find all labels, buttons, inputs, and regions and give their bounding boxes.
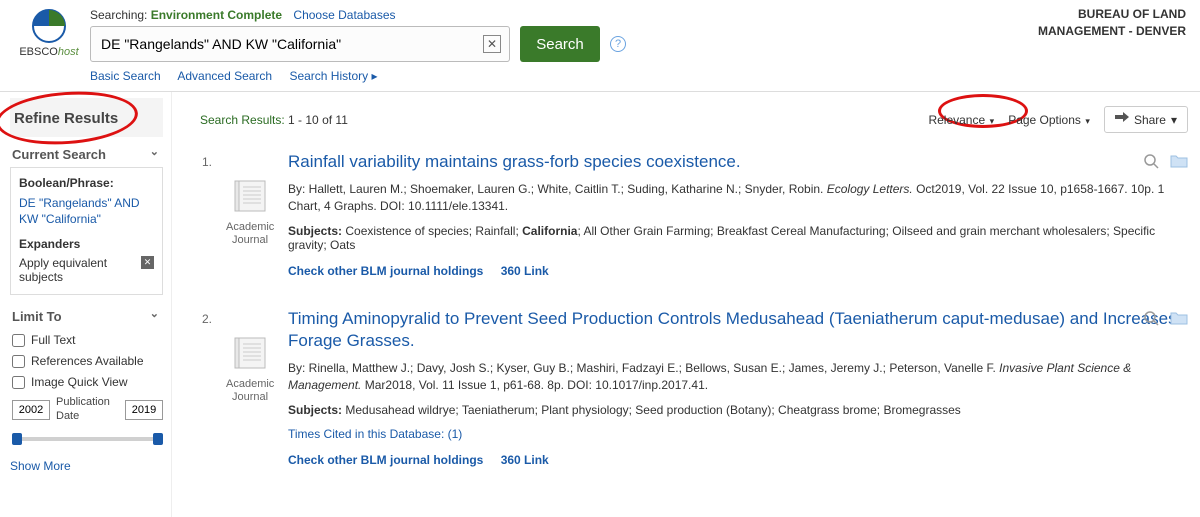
show-more-link[interactable]: Show More: [10, 459, 163, 473]
date-to-input[interactable]: [125, 400, 163, 420]
result-subjects: Subjects: Medusahead wildrye; Taeniather…: [288, 403, 1188, 417]
clear-search-icon[interactable]: ✕: [483, 35, 501, 53]
result-number: 1.: [200, 151, 212, 278]
limit-to-heading[interactable]: Limit To ⌄: [10, 301, 163, 329]
results-count: Search Results: 1 - 10 of 11: [200, 113, 348, 127]
share-icon: [1115, 112, 1129, 127]
limit-image-quick-view[interactable]: Image Quick View: [12, 375, 163, 389]
expander-value: Apply equivalent subjects: [19, 256, 141, 284]
result-item: 1. Academic Journal Rainfall variability…: [200, 151, 1188, 278]
folder-icon[interactable]: [1170, 153, 1188, 169]
expanders-label: Expanders: [19, 237, 154, 251]
current-search-box: Boolean/Phrase: DE "Rangelands" AND KW "…: [10, 167, 163, 295]
help-icon[interactable]: ?: [610, 36, 626, 52]
header-bar: EBSCOhost Searching: Environment Complet…: [0, 0, 1200, 92]
share-button[interactable]: Share ▾: [1104, 106, 1188, 133]
caret-down-icon: ▾: [1171, 113, 1177, 127]
result-citation: By: Hallett, Lauren M.; Shoemaker, Laure…: [288, 181, 1188, 216]
preview-icon[interactable]: [1142, 153, 1160, 169]
refine-results-heading: Refine Results: [10, 98, 163, 137]
source-type-icon: Academic Journal: [226, 177, 274, 278]
boolean-phrase-label: Boolean/Phrase:: [19, 176, 154, 190]
result-subjects: Subjects: Coexistence of species; Rainfa…: [288, 224, 1188, 252]
remove-expander-icon[interactable]: ✕: [141, 256, 154, 269]
academic-journal-icon: [231, 177, 269, 215]
caret-down-icon: ▾: [987, 116, 994, 126]
360-link[interactable]: 360 Link: [501, 453, 549, 467]
basic-search-link[interactable]: Basic Search: [90, 69, 161, 83]
logo-text: EBSCOhost: [10, 46, 88, 58]
choose-databases-link[interactable]: Choose Databases: [293, 8, 395, 22]
ebsco-globe-icon: [31, 8, 67, 44]
date-slider[interactable]: [12, 433, 163, 445]
results-panel: Search Results: 1 - 10 of 11 Relevance ▾…: [172, 92, 1200, 517]
result-citation: By: Rinella, Matthew J.; Davy, Josh S.; …: [288, 360, 1188, 395]
chevron-down-icon[interactable]: ⌄: [150, 145, 159, 158]
date-from-input[interactable]: [12, 400, 50, 420]
page-options-dropdown[interactable]: Page Options ▾: [1008, 113, 1090, 127]
academic-journal-icon: [231, 334, 269, 372]
search-box: ✕: [90, 26, 510, 62]
advanced-search-link[interactable]: Advanced Search: [177, 69, 272, 83]
slider-handle-min[interactable]: [12, 433, 22, 445]
boolean-query-link[interactable]: DE "Rangelands" AND KW "California": [19, 195, 154, 227]
search-input[interactable]: [91, 36, 483, 52]
current-search-heading[interactable]: Current Search ⌄: [10, 139, 163, 167]
organization-label: BUREAU OF LAND MANAGEMENT - DENVER: [1038, 6, 1186, 40]
refine-sidebar: Refine Results Current Search ⌄ Boolean/…: [0, 92, 172, 517]
sort-dropdown[interactable]: Relevance ▾: [928, 113, 994, 127]
preview-icon[interactable]: [1142, 310, 1160, 326]
chevron-down-icon[interactable]: ⌄: [150, 307, 159, 320]
searching-label: Searching: Environment Complete Choose D…: [90, 8, 1190, 22]
references-checkbox[interactable]: [12, 355, 25, 368]
search-button[interactable]: Search: [520, 26, 600, 62]
caret-down-icon: ▾: [1083, 116, 1090, 126]
check-holdings-link[interactable]: Check other BLM journal holdings: [288, 453, 483, 467]
source-type-icon: Academic Journal: [226, 334, 274, 467]
check-holdings-link[interactable]: Check other BLM journal holdings: [288, 264, 483, 278]
times-cited-link[interactable]: Times Cited in this Database: (1): [288, 427, 462, 441]
360-link[interactable]: 360 Link: [501, 264, 549, 278]
result-item: 2. Academic Journal Timing Aminopyralid …: [200, 308, 1188, 467]
search-history-link[interactable]: Search History ▸: [289, 69, 377, 83]
current-database: Environment Complete: [151, 8, 282, 22]
limit-references-available[interactable]: References Available: [12, 354, 163, 368]
publication-date-row: Publication Date: [12, 396, 163, 422]
result-title-link[interactable]: Timing Aminopyralid to Prevent Seed Prod…: [288, 309, 1177, 350]
date-label: Publication Date: [56, 396, 119, 422]
limit-full-text[interactable]: Full Text: [12, 333, 163, 347]
result-title-link[interactable]: Rainfall variability maintains grass-for…: [288, 152, 741, 171]
full-text-checkbox[interactable]: [12, 334, 25, 347]
result-number: 2.: [200, 308, 212, 467]
slider-handle-max[interactable]: [153, 433, 163, 445]
folder-icon[interactable]: [1170, 310, 1188, 326]
image-quick-view-checkbox[interactable]: [12, 376, 25, 389]
logo[interactable]: EBSCOhost: [10, 8, 88, 58]
